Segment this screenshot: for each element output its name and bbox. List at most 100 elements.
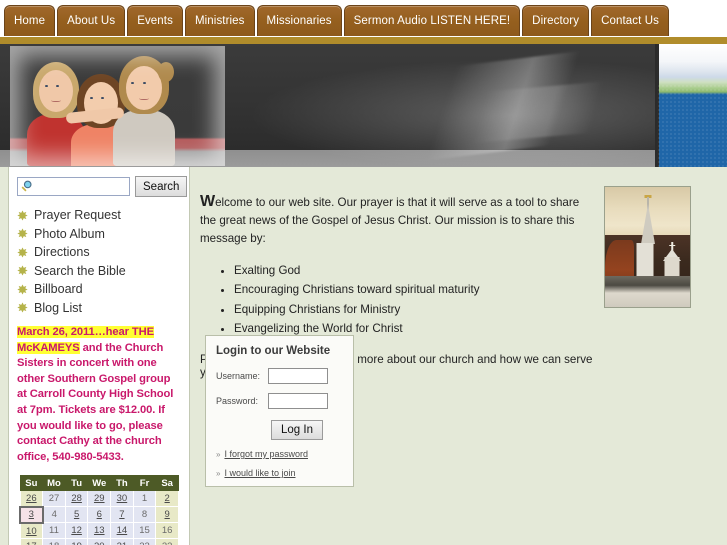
calendar-day-cell[interactable]: 6 (87, 506, 112, 524)
calendar-day-cell[interactable]: 15 (132, 522, 157, 540)
calendar-day-cell[interactable]: 4 (42, 506, 66, 524)
calendar-day-cell[interactable]: 8 (132, 506, 157, 524)
child-right-body (113, 110, 175, 166)
calendar-day-link[interactable]: 21 (117, 541, 128, 545)
calendar-day-cell[interactable]: 9 (155, 506, 179, 524)
nav-tab-events[interactable]: Events (127, 5, 183, 36)
child-right-eye (131, 82, 134, 84)
diamond-bullet-icon (17, 284, 28, 295)
forgot-password-link[interactable]: I forgot my password (224, 449, 308, 459)
sidebar-search-row: Search (17, 176, 188, 197)
calendar-day-cell[interactable]: 13 (87, 522, 112, 540)
photo-steeple-spire (640, 203, 655, 244)
calendar-day-cell[interactable]: 12 (64, 522, 89, 540)
calendar-week-row: 17 18 19 20 21 22 23 (19, 538, 179, 545)
calendar-day-cell[interactable]: 18 (42, 538, 66, 545)
child-left-eye (56, 85, 59, 87)
sidebar-item-label: Directions (34, 245, 90, 259)
calendar-weekday-th: Th (110, 475, 134, 492)
banner-children-photo (10, 46, 225, 166)
sidebar-item-label: Photo Album (34, 226, 105, 241)
nav-tab-sermon-audio[interactable]: Sermon Audio LISTEN HERE! (343, 5, 521, 36)
diamond-bullet-icon (17, 302, 28, 313)
nav-tab-label: Sermon Audio LISTEN HERE! (353, 15, 511, 27)
search-input[interactable] (17, 177, 130, 197)
calendar-day-link[interactable]: 2 (165, 493, 170, 504)
search-button[interactable]: Search (135, 176, 188, 197)
join-link[interactable]: I would like to join (224, 468, 295, 478)
calendar-weekday-tu: Tu (64, 475, 89, 492)
calendar-day-link[interactable]: 30 (117, 493, 128, 504)
sidebar-item-label: Blog List (34, 300, 82, 315)
nav-tab-about-us[interactable]: About Us (57, 5, 126, 36)
nav-tab-label: Directory (532, 15, 580, 27)
calendar-day-link[interactable]: 12 (71, 525, 82, 536)
calendar-day-link[interactable]: 28 (71, 493, 82, 504)
calendar-day-link[interactable]: 13 (94, 525, 105, 536)
calendar-day-link[interactable]: 17 (26, 541, 37, 545)
calendar-day-link[interactable]: 3 (29, 509, 34, 520)
nav-tab-ministries[interactable]: Ministries (184, 5, 255, 36)
nav-tab-label: Missionaries (266, 15, 332, 27)
password-input[interactable] (268, 393, 328, 409)
calendar-day-cell[interactable]: 7 (110, 506, 134, 524)
username-input[interactable] (268, 368, 328, 384)
child-right-eye (143, 82, 146, 84)
calendar-day-cell[interactable]: 22 (132, 538, 157, 545)
nav-tab-label: Ministries (194, 15, 245, 27)
username-label: Username: (216, 371, 261, 381)
calendar-day-link[interactable]: 5 (74, 509, 79, 520)
calendar-day-cell[interactable]: 5 (64, 506, 89, 524)
calendar-day-cell[interactable]: 14 (110, 522, 134, 540)
login-panel: Login to our Website Username: Password:… (205, 335, 354, 487)
sidebar-item-search-the-bible[interactable]: Search the Bible (17, 262, 181, 281)
calendar-day-cell[interactable]: 19 (64, 538, 89, 545)
child-middle-eye (101, 97, 104, 99)
sidebar-item-blog-list[interactable]: Blog List (17, 299, 181, 318)
login-button[interactable]: Log In (271, 420, 323, 440)
event-calendar[interactable]: Su Mo Tu We Th Fr Sa 26 27 28 29 30 1 2 3 4 5 6 7 8 9… (19, 475, 179, 545)
calendar-day-link[interactable]: 14 (117, 525, 128, 536)
calendar-day-label: 15 (139, 525, 150, 537)
child-right-face (126, 66, 162, 110)
nav-tab-directory[interactable]: Directory (522, 5, 590, 36)
calendar-day-cell[interactable]: 26 (19, 490, 44, 508)
calendar-day-cell[interactable]: 23 (155, 538, 179, 545)
calendar-day-link[interactable]: 9 (165, 509, 170, 520)
calendar-day-cell[interactable]: 17 (19, 538, 44, 545)
child-right-ponytail (158, 62, 174, 82)
calendar-day-link[interactable]: 26 (26, 493, 37, 504)
calendar-day-cell[interactable]: 3 (19, 505, 44, 524)
calendar-day-link[interactable]: 7 (119, 509, 124, 520)
calendar-day-cell[interactable]: 11 (42, 522, 66, 540)
nav-tab-home[interactable]: Home (4, 5, 56, 36)
calendar-day-cell[interactable]: 29 (87, 490, 112, 508)
calendar-header-row: Su Mo Tu We Th Fr Sa (19, 475, 179, 492)
header-banner (0, 40, 727, 167)
nav-tab-contact-us[interactable]: Contact Us (591, 5, 669, 36)
calendar-day-cell[interactable]: 2 (155, 490, 179, 508)
nav-tab-missionaries[interactable]: Missionaries (256, 5, 342, 36)
calendar-day-cell[interactable]: 28 (64, 490, 89, 508)
calendar-day-link[interactable]: 10 (26, 526, 37, 537)
child-right-smile (139, 96, 149, 100)
calendar-day-link[interactable]: 29 (94, 493, 105, 504)
calendar-weekday-fr: Fr (132, 475, 157, 492)
calendar-day-cell[interactable]: 20 (87, 538, 112, 545)
calendar-day-cell[interactable]: 30 (110, 490, 134, 508)
sidebar-item-directions[interactable]: Directions (17, 243, 181, 262)
calendar-day-cell[interactable]: 16 (155, 522, 179, 540)
welcome-body: elcome to our web site. Our prayer is th… (200, 195, 580, 245)
calendar-day-cell[interactable]: 27 (42, 490, 66, 508)
child-middle-eye (90, 97, 93, 99)
sidebar-item-billboard[interactable]: Billboard (17, 280, 181, 299)
calendar-day-link[interactable]: 20 (94, 541, 105, 545)
welcome-dropcap: W (200, 192, 216, 210)
calendar-day-link[interactable]: 19 (71, 541, 82, 545)
calendar-day-cell[interactable]: 1 (132, 490, 157, 508)
calendar-day-cell[interactable]: 21 (110, 538, 134, 545)
sidebar-item-prayer-request[interactable]: Prayer Request (17, 206, 181, 225)
calendar-day-link[interactable]: 6 (97, 509, 102, 520)
sidebar-item-photo-album[interactable]: Photo Album (17, 225, 181, 244)
calendar-day-cell[interactable]: 10 (19, 522, 44, 540)
